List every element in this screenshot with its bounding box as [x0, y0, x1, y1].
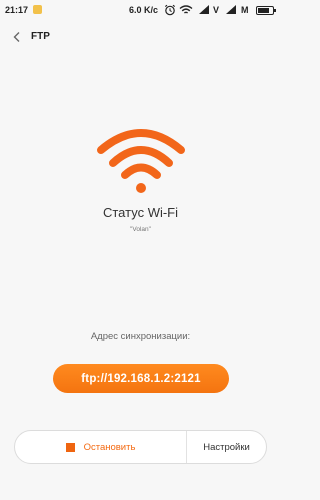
settings-button-label: Настройки [203, 441, 250, 453]
title-bar: FTP [0, 22, 281, 52]
battery-icon [256, 6, 276, 15]
wifi-status-icon [179, 5, 193, 14]
ftp-address-button[interactable]: ftp://192.168.1.2:2121 [53, 364, 229, 393]
ftp-screen: 21:17 6.0 K/c V M FTP Статус Wi-Fi "Vola… [0, 0, 281, 500]
sync-address-label: Адрес синхронизации: [90, 331, 191, 342]
network-speed: 6.0 K/c [129, 5, 159, 15]
carrier-2-label: M [241, 5, 249, 15]
action-bar: Остановить Настройки [14, 430, 267, 464]
battery-level [258, 8, 269, 13]
stop-icon [65, 442, 75, 452]
status-time: 21:17 [5, 5, 29, 15]
network-ssid: "Volan" [130, 226, 151, 233]
wifi-status-title: Статус Wi-Fi [102, 205, 179, 220]
status-bar: 21:17 6.0 K/c V M [0, 0, 281, 22]
alarm-icon [164, 4, 176, 16]
carrier-1-label: V [213, 5, 220, 15]
signal-icon-1 [199, 5, 209, 14]
back-button[interactable] [8, 28, 26, 46]
page-title: FTP [31, 31, 50, 42]
chevron-left-icon [13, 32, 20, 42]
stop-button[interactable]: Остановить [15, 431, 186, 463]
wifi-icon [97, 129, 185, 193]
notification-icon [33, 5, 42, 14]
stop-button-label: Остановить [83, 441, 136, 453]
settings-button[interactable]: Настройки [187, 431, 266, 463]
signal-icon-2 [226, 5, 236, 14]
